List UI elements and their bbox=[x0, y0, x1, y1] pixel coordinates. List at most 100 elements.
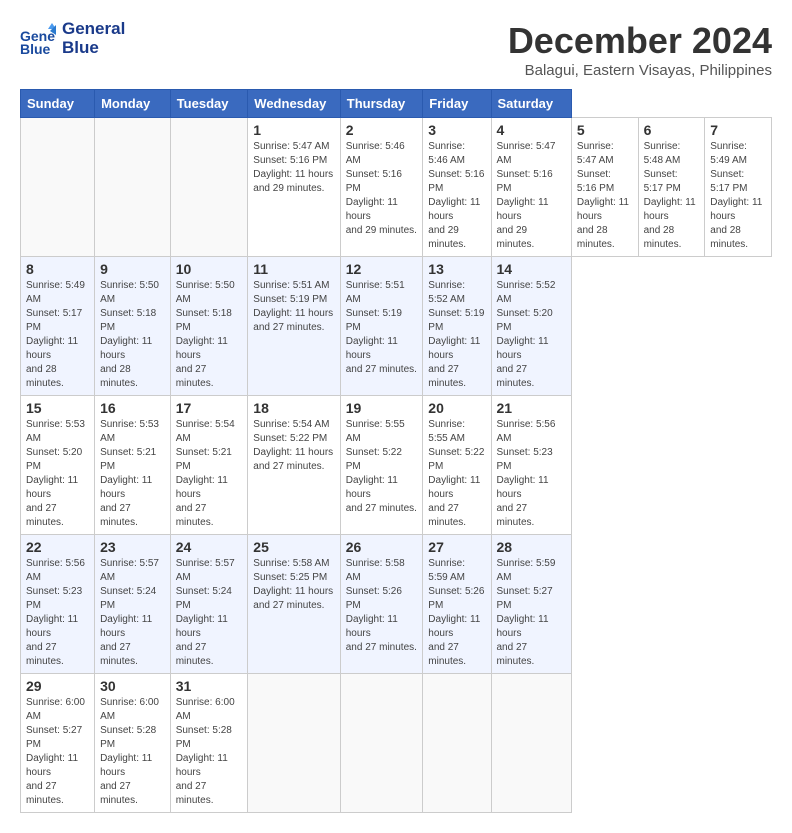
day-cell: 9 Sunrise: 5:50 AM Sunset: 5:18 PM Dayli… bbox=[95, 257, 171, 396]
day-cell: 27 Sunrise: 5:59 AM Sunset: 5:26 PM Dayl… bbox=[423, 535, 491, 674]
day-info: Sunrise: 5:48 AM Sunset: 5:17 PM Dayligh… bbox=[644, 140, 700, 252]
empty-cell bbox=[491, 674, 571, 813]
day-number: 15 bbox=[26, 400, 89, 416]
weekday-header: Friday bbox=[423, 90, 491, 118]
day-number: 16 bbox=[100, 400, 165, 416]
calendar-week-row: 22 Sunrise: 5:56 AM Sunset: 5:23 PM Dayl… bbox=[21, 535, 772, 674]
logo-text-line2: Blue bbox=[62, 39, 99, 58]
day-cell: 26 Sunrise: 5:58 AM Sunset: 5:26 PM Dayl… bbox=[340, 535, 423, 674]
calendar-week-row: 29 Sunrise: 6:00 AM Sunset: 5:27 PM Dayl… bbox=[21, 674, 772, 813]
day-cell: 23 Sunrise: 5:57 AM Sunset: 5:24 PM Dayl… bbox=[95, 535, 171, 674]
empty-cell bbox=[340, 674, 423, 813]
day-number: 14 bbox=[497, 261, 566, 277]
calendar-week-row: 15 Sunrise: 5:53 AM Sunset: 5:20 PM Dayl… bbox=[21, 396, 772, 535]
empty-cell bbox=[95, 118, 171, 257]
day-info: Sunrise: 5:54 AM Sunset: 5:21 PM Dayligh… bbox=[176, 418, 243, 530]
day-info: Sunrise: 5:46 AM Sunset: 5:16 PM Dayligh… bbox=[346, 140, 418, 238]
day-number: 1 bbox=[253, 122, 334, 138]
day-info: Sunrise: 6:00 AM Sunset: 5:27 PM Dayligh… bbox=[26, 696, 89, 808]
day-info: Sunrise: 5:54 AM Sunset: 5:22 PM Dayligh… bbox=[253, 418, 334, 474]
day-cell: 8 Sunrise: 5:49 AM Sunset: 5:17 PM Dayli… bbox=[21, 257, 95, 396]
day-number: 17 bbox=[176, 400, 243, 416]
weekday-header: Monday bbox=[95, 90, 171, 118]
empty-cell bbox=[170, 118, 248, 257]
day-cell: 14 Sunrise: 5:52 AM Sunset: 5:20 PM Dayl… bbox=[491, 257, 571, 396]
weekday-header: Sunday bbox=[21, 90, 95, 118]
day-info: Sunrise: 6:00 AM Sunset: 5:28 PM Dayligh… bbox=[100, 696, 165, 808]
weekday-header: Tuesday bbox=[170, 90, 248, 118]
day-number: 23 bbox=[100, 539, 165, 555]
day-cell: 19 Sunrise: 5:55 AM Sunset: 5:22 PM Dayl… bbox=[340, 396, 423, 535]
page-header: General Blue General Blue December 2024 … bbox=[20, 20, 772, 79]
logo: General Blue General Blue bbox=[20, 20, 125, 57]
day-info: Sunrise: 5:56 AM Sunset: 5:23 PM Dayligh… bbox=[497, 418, 566, 530]
day-info: Sunrise: 5:56 AM Sunset: 5:23 PM Dayligh… bbox=[26, 557, 89, 669]
day-number: 31 bbox=[176, 678, 243, 694]
day-number: 12 bbox=[346, 261, 418, 277]
day-number: 29 bbox=[26, 678, 89, 694]
day-info: Sunrise: 5:50 AM Sunset: 5:18 PM Dayligh… bbox=[176, 279, 243, 391]
weekday-header: Saturday bbox=[491, 90, 571, 118]
logo-text-line1: General bbox=[62, 20, 125, 39]
day-info: Sunrise: 5:53 AM Sunset: 5:20 PM Dayligh… bbox=[26, 418, 89, 530]
calendar-week-row: 8 Sunrise: 5:49 AM Sunset: 5:17 PM Dayli… bbox=[21, 257, 772, 396]
location: Balagui, Eastern Visayas, Philippines bbox=[508, 62, 772, 79]
month-title: December 2024 bbox=[508, 20, 772, 62]
day-number: 10 bbox=[176, 261, 243, 277]
day-number: 28 bbox=[497, 539, 566, 555]
day-cell: 4 Sunrise: 5:47 AM Sunset: 5:16 PM Dayli… bbox=[491, 118, 571, 257]
day-info: Sunrise: 5:52 AM Sunset: 5:20 PM Dayligh… bbox=[497, 279, 566, 391]
svg-text:Blue: Blue bbox=[20, 41, 51, 57]
day-cell: 24 Sunrise: 5:57 AM Sunset: 5:24 PM Dayl… bbox=[170, 535, 248, 674]
day-cell: 1 Sunrise: 5:47 AM Sunset: 5:16 PM Dayli… bbox=[248, 118, 340, 257]
day-info: Sunrise: 5:49 AM Sunset: 5:17 PM Dayligh… bbox=[710, 140, 766, 252]
day-cell: 29 Sunrise: 6:00 AM Sunset: 5:27 PM Dayl… bbox=[21, 674, 95, 813]
day-cell: 16 Sunrise: 5:53 AM Sunset: 5:21 PM Dayl… bbox=[95, 396, 171, 535]
day-info: Sunrise: 5:59 AM Sunset: 5:27 PM Dayligh… bbox=[497, 557, 566, 669]
day-info: Sunrise: 5:55 AM Sunset: 5:22 PM Dayligh… bbox=[346, 418, 418, 516]
day-cell: 12 Sunrise: 5:51 AM Sunset: 5:19 PM Dayl… bbox=[340, 257, 423, 396]
day-cell: 7 Sunrise: 5:49 AM Sunset: 5:17 PM Dayli… bbox=[705, 118, 772, 257]
day-cell: 21 Sunrise: 5:56 AM Sunset: 5:23 PM Dayl… bbox=[491, 396, 571, 535]
day-info: Sunrise: 5:47 AM Sunset: 5:16 PM Dayligh… bbox=[253, 140, 334, 196]
day-info: Sunrise: 5:52 AM Sunset: 5:19 PM Dayligh… bbox=[428, 279, 485, 391]
day-info: Sunrise: 5:59 AM Sunset: 5:26 PM Dayligh… bbox=[428, 557, 485, 669]
day-number: 18 bbox=[253, 400, 334, 416]
day-cell: 3 Sunrise: 5:46 AM Sunset: 5:16 PM Dayli… bbox=[423, 118, 491, 257]
empty-cell bbox=[21, 118, 95, 257]
day-number: 20 bbox=[428, 400, 485, 416]
day-cell: 20 Sunrise: 5:55 AM Sunset: 5:22 PM Dayl… bbox=[423, 396, 491, 535]
day-cell: 22 Sunrise: 5:56 AM Sunset: 5:23 PM Dayl… bbox=[21, 535, 95, 674]
title-block: December 2024 Balagui, Eastern Visayas, … bbox=[508, 20, 772, 79]
day-info: Sunrise: 5:58 AM Sunset: 5:26 PM Dayligh… bbox=[346, 557, 418, 655]
day-info: Sunrise: 5:57 AM Sunset: 5:24 PM Dayligh… bbox=[176, 557, 243, 669]
empty-cell bbox=[248, 674, 340, 813]
day-info: Sunrise: 5:53 AM Sunset: 5:21 PM Dayligh… bbox=[100, 418, 165, 530]
day-cell: 10 Sunrise: 5:50 AM Sunset: 5:18 PM Dayl… bbox=[170, 257, 248, 396]
weekday-header: Thursday bbox=[340, 90, 423, 118]
day-number: 26 bbox=[346, 539, 418, 555]
day-info: Sunrise: 6:00 AM Sunset: 5:28 PM Dayligh… bbox=[176, 696, 243, 808]
day-info: Sunrise: 5:51 AM Sunset: 5:19 PM Dayligh… bbox=[253, 279, 334, 335]
day-number: 5 bbox=[577, 122, 633, 138]
day-number: 2 bbox=[346, 122, 418, 138]
day-info: Sunrise: 5:47 AM Sunset: 5:16 PM Dayligh… bbox=[497, 140, 566, 252]
empty-cell bbox=[423, 674, 491, 813]
day-number: 8 bbox=[26, 261, 89, 277]
day-info: Sunrise: 5:47 AM Sunset: 5:16 PM Dayligh… bbox=[577, 140, 633, 252]
day-cell: 25 Sunrise: 5:58 AM Sunset: 5:25 PM Dayl… bbox=[248, 535, 340, 674]
day-number: 13 bbox=[428, 261, 485, 277]
weekday-header-row: SundayMondayTuesdayWednesdayThursdayFrid… bbox=[21, 90, 772, 118]
day-number: 4 bbox=[497, 122, 566, 138]
weekday-header: Wednesday bbox=[248, 90, 340, 118]
day-cell: 11 Sunrise: 5:51 AM Sunset: 5:19 PM Dayl… bbox=[248, 257, 340, 396]
day-number: 3 bbox=[428, 122, 485, 138]
day-cell: 13 Sunrise: 5:52 AM Sunset: 5:19 PM Dayl… bbox=[423, 257, 491, 396]
day-number: 11 bbox=[253, 261, 334, 277]
logo-icon: General Blue bbox=[20, 21, 56, 57]
day-info: Sunrise: 5:58 AM Sunset: 5:25 PM Dayligh… bbox=[253, 557, 334, 613]
day-number: 24 bbox=[176, 539, 243, 555]
day-cell: 6 Sunrise: 5:48 AM Sunset: 5:17 PM Dayli… bbox=[638, 118, 705, 257]
calendar-week-row: 1 Sunrise: 5:47 AM Sunset: 5:16 PM Dayli… bbox=[21, 118, 772, 257]
day-cell: 30 Sunrise: 6:00 AM Sunset: 5:28 PM Dayl… bbox=[95, 674, 171, 813]
